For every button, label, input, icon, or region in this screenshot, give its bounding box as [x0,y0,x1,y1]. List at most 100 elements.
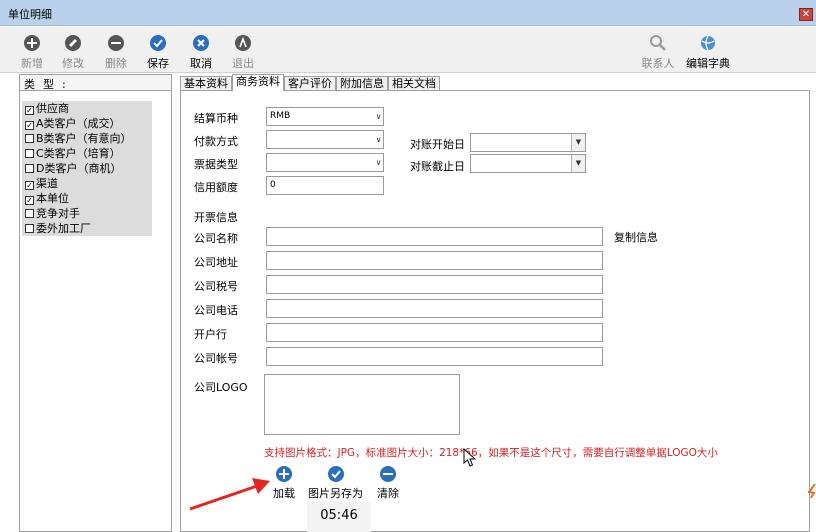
load-label: 加载 [273,487,295,500]
company-name-label: 公司名称 [194,232,238,245]
delete-label: 删除 [105,57,127,70]
type-panel: 类型: ✓ 供应商 ✓ A类客户（成交） B类客户（有意向） C类客户（培育） D类客户（商… [19,74,172,532]
company-address-input[interactable] [266,251,603,270]
checkbox-unchecked-icon[interactable] [25,164,34,173]
tab-additional-info[interactable]: 附加信息 [336,76,388,91]
type-list: ✓ 供应商 ✓ A类客户（成交） B类客户（有意向） C类客户（培育） D类客户（商机） ✓ 渠… [22,101,152,236]
type-item-label: B类客户（有意向） [36,132,132,145]
type-item-label: 渠道 [36,177,58,190]
mouse-cursor-icon [463,448,477,467]
tab-basic-info[interactable]: 基本资料 [180,76,232,91]
type-header: 类型: [20,75,171,91]
plus-circle-icon [276,466,292,482]
chevron-down-icon: ∨ [375,112,382,121]
x-circle-icon [193,35,209,51]
recon-end-label: 对账截止日 [410,160,465,173]
logo-preview-box[interactable] [264,374,460,435]
phone-input[interactable] [266,299,603,318]
close-button[interactable]: ✕ [799,8,813,21]
minus-circle-icon [108,35,124,51]
checkbox-checked-icon[interactable]: ✓ [25,181,34,190]
cancel-label: 取消 [190,57,212,70]
search-icon [650,35,666,51]
account-label: 公司帐号 [194,352,238,365]
invoice-type-label: 票据类型 [194,158,238,171]
delete-button[interactable]: 删除 [96,33,136,71]
checkbox-unchecked-icon[interactable] [25,224,34,233]
window-title: 单位明细 [8,8,52,21]
checkbox-unchecked-icon[interactable] [25,209,34,218]
exit-icon [235,35,251,51]
type-item-label: 本单位 [36,192,69,205]
new-button[interactable]: 新增 [12,33,52,71]
globe-icon [701,35,715,51]
edit-button[interactable]: 修改 [53,33,93,71]
credit-label: 信用额度 [194,181,238,194]
contacts-button[interactable]: 联系人 [638,33,678,71]
save-button[interactable]: 保存 [138,33,178,71]
tax-no-label: 公司税号 [194,280,238,293]
company-name-input[interactable] [266,227,603,246]
type-header-label: 类型: [24,78,74,91]
copy-info-link[interactable]: 复制信息 [614,229,658,245]
invoice-info-heading: 开票信息 [194,211,238,224]
clear-label: 清除 [377,487,399,500]
bank-input[interactable] [266,323,603,342]
account-input[interactable] [266,347,603,366]
save-label: 保存 [147,57,169,70]
type-item-label: 供应商 [36,102,69,115]
edit-label: 修改 [62,57,84,70]
bank-label: 开户行 [194,328,227,341]
payment-select[interactable]: ∨ [266,130,384,149]
exit-label: 退出 [232,57,254,70]
type-item-label: D类客户（商机） [36,162,122,175]
checkbox-unchecked-icon[interactable] [25,149,34,158]
edit-dictionary-label: 编辑字典 [686,57,730,70]
tab-customer-evaluation[interactable]: 客户评价 [284,76,336,91]
type-item[interactable]: 竞争对手 [22,206,152,221]
type-item[interactable]: ✓ A类客户（成交） [22,116,152,131]
cancel-button[interactable]: 取消 [181,33,221,71]
support-format-note: 支持图片格式：JPG，标准图片大小：218*66，如果不是这个尺寸，需要自行调整… [264,447,718,459]
tab-related-docs[interactable]: 相关文档 [388,76,440,91]
exit-button[interactable]: 退出 [223,33,263,71]
clear-button[interactable]: 清除 [377,465,399,501]
recon-start-date-picker[interactable]: ▼ [470,133,586,152]
type-item[interactable]: ✓ 本单位 [22,191,152,206]
dropdown-arrow-icon: ▼ [571,155,585,172]
credit-input[interactable]: 0 [266,176,384,195]
type-item[interactable]: ✓ 渠道 [22,176,152,191]
check-circle-icon [150,35,166,51]
tab-business-info[interactable]: 商务资料 [232,74,284,91]
chevron-down-icon: ∨ [375,158,382,167]
type-item[interactable]: C类客户（培育） [22,146,152,161]
type-item[interactable]: D类客户（商机） [22,161,152,176]
title-bar: 单位明细 ✕ [0,0,816,26]
currency-select[interactable]: RMB ∨ [266,107,384,126]
toolbar: 新增 修改 删除 保存 取消 退出 联系人 编辑字典 [0,27,816,73]
phone-label: 公司电话 [194,304,238,317]
save-image-as-label: 图片另存为 [308,487,363,500]
edit-dictionary-button[interactable]: 编辑字典 [684,33,732,71]
recon-start-label: 对账开始日 [410,138,465,151]
dropdown-arrow-icon: ▼ [571,134,585,151]
payment-label: 付款方式 [194,135,238,148]
checkbox-unchecked-icon[interactable] [25,134,34,143]
type-item[interactable]: B类客户（有意向） [22,131,152,146]
recon-end-date-picker[interactable]: ▼ [470,154,586,173]
edit-icon [65,35,81,51]
type-item-label: C类客户（培育） [36,147,121,160]
checkbox-checked-icon[interactable]: ✓ [25,196,34,205]
tax-no-input[interactable] [266,275,603,294]
checkbox-checked-icon[interactable]: ✓ [25,121,34,130]
type-item-label: A类客户（成交） [36,117,121,130]
type-item[interactable]: ✓ 供应商 [22,101,152,116]
checkbox-checked-icon[interactable]: ✓ [25,106,34,115]
type-item[interactable]: 委外加工厂 [22,221,152,236]
invoice-type-select[interactable]: ∨ [266,153,384,172]
load-button[interactable]: 加载 [273,465,295,501]
company-address-label: 公司地址 [194,256,238,269]
save-image-as-button[interactable]: 图片另存为 [308,465,363,501]
plus-circle-icon [24,35,40,51]
contacts-label: 联系人 [641,57,675,70]
